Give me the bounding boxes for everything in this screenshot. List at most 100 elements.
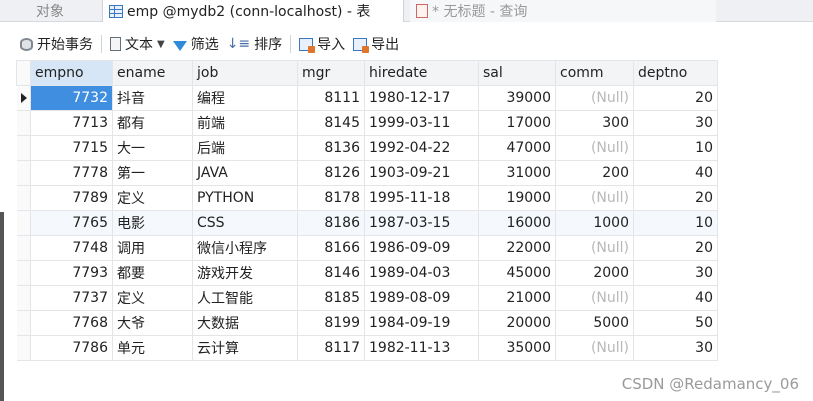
row-indicator[interactable] <box>16 160 31 186</box>
cell-hiredate[interactable]: 1982-11-13 <box>364 335 479 361</box>
cell-empno[interactable]: 7737 <box>30 285 113 311</box>
row-indicator[interactable] <box>16 210 31 236</box>
cell-deptno[interactable]: 10 <box>633 210 718 236</box>
cell-deptno[interactable]: 20 <box>633 185 718 211</box>
row-indicator[interactable] <box>16 260 31 286</box>
cell-comm[interactable]: (Null) <box>555 285 634 311</box>
cell-sal[interactable]: 16000 <box>478 210 556 236</box>
cell-mgr[interactable]: 8145 <box>297 110 365 136</box>
column-header-hiredate[interactable]: hiredate <box>364 60 479 86</box>
cell-deptno[interactable]: 10 <box>633 135 718 161</box>
cell-deptno[interactable]: 40 <box>633 285 718 311</box>
column-header-mgr[interactable]: mgr <box>297 60 365 86</box>
cell-mgr[interactable]: 8111 <box>297 85 365 111</box>
cell-deptno[interactable]: 30 <box>633 260 718 286</box>
cell-deptno[interactable]: 30 <box>633 335 718 361</box>
cell-mgr[interactable]: 8185 <box>297 285 365 311</box>
cell-mgr[interactable]: 8166 <box>297 235 365 261</box>
cell-hiredate[interactable]: 1986-09-09 <box>364 235 479 261</box>
column-header-empno[interactable]: empno <box>30 60 113 86</box>
tab-objects[interactable]: 对象 <box>0 0 100 22</box>
cell-comm[interactable]: 200 <box>555 160 634 186</box>
cell-job[interactable]: 云计算 <box>192 335 298 361</box>
cell-hiredate[interactable]: 1989-08-09 <box>364 285 479 311</box>
cell-empno[interactable]: 7715 <box>30 135 113 161</box>
cell-hiredate[interactable]: 1980-12-17 <box>364 85 479 111</box>
cell-deptno[interactable]: 50 <box>633 310 718 336</box>
cell-job[interactable]: 后端 <box>192 135 298 161</box>
tab-untitled-query[interactable]: * 无标题 - 查询 <box>410 0 716 22</box>
row-indicator[interactable] <box>16 335 31 361</box>
cell-sal[interactable]: 19000 <box>478 185 556 211</box>
cell-mgr[interactable]: 8146 <box>297 260 365 286</box>
cell-mgr[interactable]: 8136 <box>297 135 365 161</box>
cell-job[interactable]: CSS <box>192 210 298 236</box>
table-row[interactable]: 7789 定义 PYTHON 8178 1995-11-18 19000 (Null) 20 <box>16 185 718 211</box>
cell-hiredate[interactable]: 1995-11-18 <box>364 185 479 211</box>
sort-button[interactable]: ↓≡ 排序 <box>227 34 282 54</box>
cell-sal[interactable]: 47000 <box>478 135 556 161</box>
cell-comm[interactable]: (Null) <box>555 185 634 211</box>
cell-ename[interactable]: 调用 <box>112 235 193 261</box>
row-indicator[interactable] <box>16 85 31 111</box>
cell-sal[interactable]: 45000 <box>478 260 556 286</box>
cell-mgr[interactable]: 8178 <box>297 185 365 211</box>
cell-hiredate[interactable]: 1984-09-19 <box>364 310 479 336</box>
cell-ename[interactable]: 定义 <box>112 285 193 311</box>
cell-deptno[interactable]: 30 <box>633 110 718 136</box>
cell-hiredate[interactable]: 1992-04-22 <box>364 135 479 161</box>
cell-mgr[interactable]: 8126 <box>297 160 365 186</box>
cell-comm[interactable]: (Null) <box>555 235 634 261</box>
filter-button[interactable]: 筛选 <box>172 34 219 54</box>
row-indicator[interactable] <box>16 310 31 336</box>
cell-job[interactable]: 游戏开发 <box>192 260 298 286</box>
cell-deptno[interactable]: 40 <box>633 160 718 186</box>
cell-empno[interactable]: 7765 <box>30 210 113 236</box>
cell-comm[interactable]: 1000 <box>555 210 634 236</box>
row-indicator[interactable] <box>16 135 31 161</box>
cell-ename[interactable]: 都有 <box>112 110 193 136</box>
cell-sal[interactable]: 35000 <box>478 335 556 361</box>
cell-deptno[interactable]: 20 <box>633 85 718 111</box>
import-button[interactable]: 导入 <box>299 34 345 54</box>
column-header-comm[interactable]: comm <box>555 60 634 86</box>
cell-empno[interactable]: 7748 <box>30 235 113 261</box>
export-button[interactable]: 导出 <box>353 34 399 54</box>
table-row[interactable]: 7737 定义 人工智能 8185 1989-08-09 21000 (Null) 40 <box>16 285 718 311</box>
cell-job[interactable]: 大数据 <box>192 310 298 336</box>
cell-empno[interactable]: 7786 <box>30 335 113 361</box>
cell-hiredate[interactable]: 1999-03-11 <box>364 110 479 136</box>
cell-sal[interactable]: 21000 <box>478 285 556 311</box>
table-row[interactable]: 7715 大一 后端 8136 1992-04-22 47000 (Null) 10 <box>16 135 718 161</box>
table-row[interactable]: 7713 都有 前端 8145 1999-03-11 17000 300 30 <box>16 110 718 136</box>
cell-sal[interactable]: 22000 <box>478 235 556 261</box>
begin-transaction-button[interactable]: 开始事务 <box>20 34 93 54</box>
cell-mgr[interactable]: 8199 <box>297 310 365 336</box>
cell-comm[interactable]: 2000 <box>555 260 634 286</box>
cell-job[interactable]: 编程 <box>192 85 298 111</box>
cell-job[interactable]: 微信小程序 <box>192 235 298 261</box>
cell-ename[interactable]: 抖音 <box>112 85 193 111</box>
tab-emp-table[interactable]: emp @mydb2 (conn-localhost) - 表 <box>102 0 404 22</box>
column-header-deptno[interactable]: deptno <box>633 60 718 86</box>
cell-empno[interactable]: 7732 <box>30 85 113 111</box>
cell-mgr[interactable]: 8117 <box>297 335 365 361</box>
cell-comm[interactable]: (Null) <box>555 85 634 111</box>
cell-deptno[interactable]: 20 <box>633 235 718 261</box>
cell-sal[interactable]: 17000 <box>478 110 556 136</box>
row-indicator[interactable] <box>16 235 31 261</box>
cell-empno[interactable]: 7789 <box>30 185 113 211</box>
column-header-ename[interactable]: ename <box>112 60 193 86</box>
table-row[interactable]: 7732 抖音 编程 8111 1980-12-17 39000 (Null) 20 <box>16 85 718 111</box>
cell-sal[interactable]: 39000 <box>478 85 556 111</box>
cell-ename[interactable]: 电影 <box>112 210 193 236</box>
cell-job[interactable]: 前端 <box>192 110 298 136</box>
table-row[interactable]: 7786 单元 云计算 8117 1982-11-13 35000 (Null) 30 <box>16 335 718 361</box>
column-header-sal[interactable]: sal <box>478 60 556 86</box>
row-indicator[interactable] <box>16 185 31 211</box>
cell-empno[interactable]: 7713 <box>30 110 113 136</box>
cell-mgr[interactable]: 8186 <box>297 210 365 236</box>
cell-job[interactable]: JAVA <box>192 160 298 186</box>
cell-ename[interactable]: 定义 <box>112 185 193 211</box>
cell-hiredate[interactable]: 1989-04-03 <box>364 260 479 286</box>
